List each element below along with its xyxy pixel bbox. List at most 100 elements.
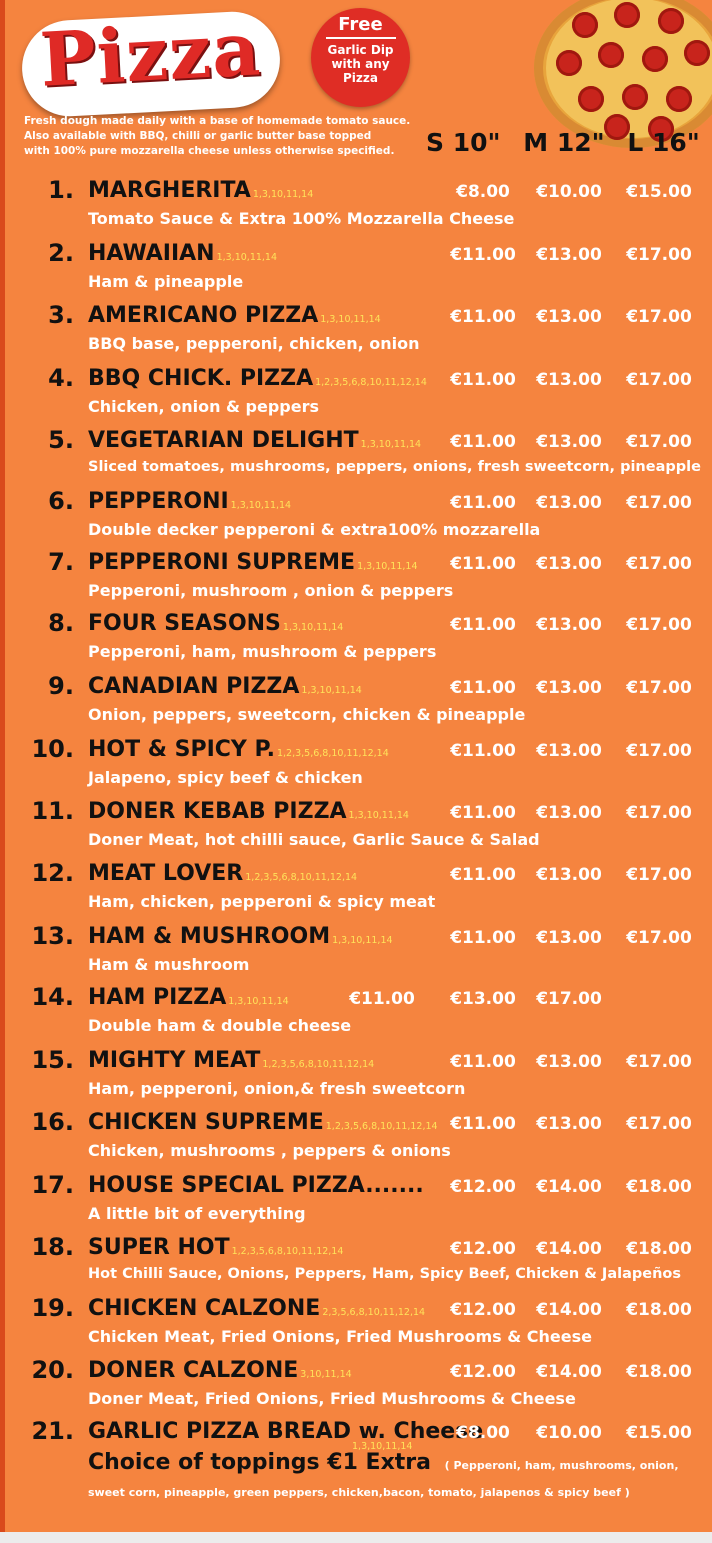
pizza-menu-poster: Pizza Free Garlic Dip with any Pizza Fre… <box>0 0 712 1532</box>
item-name: PEPPERONI SUPREME <box>88 550 356 575</box>
price-medium: €13.00 <box>536 1114 602 1134</box>
item-name: MIGHTY MEAT <box>88 1048 261 1073</box>
item-name-line: HAM PIZZA 1,3,10,11,14 <box>88 985 289 1010</box>
price-small: €11.00 <box>450 741 516 761</box>
item-name-line: CHICKEN CALZONE 2,3,5,6,8,10,11,12,14 <box>88 1296 425 1321</box>
menu-item: 2. HAWAIIAN 1,3,10,11,14 €11.00 €13.00 €17.00… <box>0 239 712 299</box>
price-large: €17.00 <box>626 432 692 452</box>
price-medium: €14.00 <box>536 1300 602 1320</box>
item-description: Hot Chilli Sauce, Onions, Peppers, Ham, … <box>88 1266 681 1282</box>
item-name: VEGETARIAN DELIGHT <box>88 428 359 453</box>
item-name: DONER CALZONE <box>88 1358 299 1383</box>
price-medium: €13.00 <box>536 554 602 574</box>
pepperoni-slice <box>598 42 624 68</box>
item-name-line: VEGETARIAN DELIGHT 1,3,10,11,14 <box>88 428 421 453</box>
size-small-heading: S 10" <box>426 128 501 157</box>
price-large: €17.00 <box>626 245 692 265</box>
price-small: €11.00 <box>450 865 516 885</box>
item-name-line: MARGHERITA 1,3,10,11,14 <box>88 178 313 203</box>
item-number: 10. <box>31 735 74 763</box>
item-allergens: 1,3,10,11,14 <box>301 685 362 696</box>
price-small: €11.00 <box>450 370 516 390</box>
item-allergens: 1,2,3,5,6,8,10,11,12,14 <box>325 1121 438 1132</box>
price-small: €8.00 <box>456 182 510 202</box>
item-name-line: PEPPERONI 1,3,10,11,14 <box>88 489 291 514</box>
pepperoni-slice <box>578 86 604 112</box>
badge-text: Garlic Dip with any Pizza <box>327 43 394 85</box>
price-large: €18.00 <box>626 1300 692 1320</box>
price-small: €12.00 <box>450 1300 516 1320</box>
price-small: €11.00 <box>450 1052 516 1072</box>
item-name: GARLIC PIZZA BREAD w. Cheese <box>88 1419 484 1444</box>
item-name: MEAT LOVER <box>88 861 244 886</box>
item-name-line: HAM & MUSHROOM 1,3,10,11,14 <box>88 924 393 949</box>
price-medium: €14.00 <box>536 1239 602 1259</box>
item-description: Tomato Sauce & Extra 100% Mozzarella Che… <box>88 209 515 228</box>
item-number: 16. <box>31 1108 74 1136</box>
item-name-line: HOT & SPICY P. 1,2,3,5,6,8,10,11,12,14 <box>88 737 389 762</box>
item-name: DONER KEBAB PIZZA <box>88 799 347 824</box>
toppings-note-continued: sweet corn, pineapple, green peppers, ch… <box>88 1486 630 1499</box>
item-name: PEPPERONI <box>88 489 229 514</box>
menu-item: 15. MIGHTY MEAT 1,2,3,5,6,8,10,11,12,14 €11… <box>0 1046 712 1106</box>
price-small: €12.00 <box>450 1362 516 1382</box>
price-large: €17.00 <box>536 989 602 1009</box>
price-medium: €13.00 <box>536 615 602 635</box>
price-medium: €14.00 <box>536 1177 602 1197</box>
item-name: HOUSE SPECIAL PIZZA....... <box>88 1173 424 1198</box>
item-name: AMERICANO PIZZA <box>88 303 319 328</box>
item-number: 21. <box>31 1417 74 1445</box>
item-name: HAWAIIAN <box>88 241 215 266</box>
price-medium: €13.00 <box>536 928 602 948</box>
pizza-image <box>534 0 712 148</box>
item-description: Doner Meat, hot chilli sauce, Garlic Sau… <box>88 830 540 849</box>
price-small: €11.00 <box>450 803 516 823</box>
item-description: Jalapeno, spicy beef & chicken <box>88 768 363 787</box>
price-medium: €13.00 <box>450 989 516 1009</box>
item-allergens: 1,3,10,11,14 <box>228 996 289 1007</box>
menu-item: 18. SUPER HOT 1,2,3,5,6,8,10,11,12,14 €12.0… <box>0 1233 712 1293</box>
price-medium: €13.00 <box>536 741 602 761</box>
price-large: €15.00 <box>626 1423 692 1443</box>
item-allergens: 1,3,10,11,14 <box>348 810 409 821</box>
item-allergens: 1,2,3,5,6,8,10,11,12,14 <box>315 377 427 388</box>
menu-item: 17. HOUSE SPECIAL PIZZA....... €12.00 €14.0… <box>0 1171 712 1231</box>
item-name-line: HAWAIIAN 1,3,10,11,14 <box>88 241 277 266</box>
price-large: €17.00 <box>626 678 692 698</box>
item-description: Pepperoni, mushroom , onion & peppers <box>88 581 454 600</box>
item-number: 15. <box>31 1046 74 1074</box>
menu-item: 20. DONER CALZONE 3,10,11,14 €12.00 €14.00 €1… <box>0 1356 712 1416</box>
item-allergens: 1,2,3,5,6,8,10,11,12,14 <box>245 872 358 883</box>
item-number: 11. <box>31 797 74 825</box>
price-medium: €13.00 <box>536 1052 602 1072</box>
item-name: FOUR SEASONS <box>88 611 281 636</box>
item-name-line: SUPER HOT 1,2,3,5,6,8,10,11,12,14 <box>88 1235 343 1260</box>
item-number: 19. <box>31 1294 74 1322</box>
item-allergens: 1,2,3,5,6,8,10,11,12,14 <box>276 748 389 759</box>
price-large: €17.00 <box>626 493 692 513</box>
intro-text: Fresh dough made daily with a base of ho… <box>24 114 424 159</box>
price-large: €17.00 <box>626 615 692 635</box>
item-allergens: 1,3,10,11,14 <box>252 189 314 200</box>
item-allergens: 3,10,11,14 <box>300 1369 352 1380</box>
item-number: 12. <box>31 859 74 887</box>
menu-item: 14. HAM PIZZA 1,3,10,11,14 €11.00 €13.00 €17.… <box>0 983 712 1043</box>
menu-item: 7. PEPPERONI SUPREME 1,3,10,11,14 €11.00 €13… <box>0 548 712 608</box>
item-name: SUPER HOT <box>88 1235 230 1260</box>
item-number: 8. <box>48 609 74 637</box>
item-description: Sliced tomatoes, mushrooms, peppers, oni… <box>88 459 701 475</box>
item-allergens: 1,3,10,11,14 <box>216 252 278 263</box>
item-allergens: 1,3,10,11,14 <box>357 561 418 572</box>
price-small: €11.00 <box>450 928 516 948</box>
menu-item: 1. MARGHERITA 1,3,10,11,14 €8.00 €10.00 €15.0… <box>0 176 712 236</box>
item-name-line: CANADIAN PIZZA 1,3,10,11,14 <box>88 674 362 699</box>
price-medium: €13.00 <box>536 307 602 327</box>
price-small: €11.00 <box>349 989 415 1009</box>
price-medium: €10.00 <box>536 182 602 202</box>
menu-item: 4. BBQ CHICK. PIZZA 1,2,3,5,6,8,10,11,12,1… <box>0 364 712 424</box>
item-description: Doner Meat, Fried Onions, Fried Mushroom… <box>88 1389 576 1408</box>
size-headings: S 10" M 12" L 16" <box>426 128 712 157</box>
item-name: CANADIAN PIZZA <box>88 674 300 699</box>
price-small: €11.00 <box>450 307 516 327</box>
price-large: €17.00 <box>626 803 692 823</box>
